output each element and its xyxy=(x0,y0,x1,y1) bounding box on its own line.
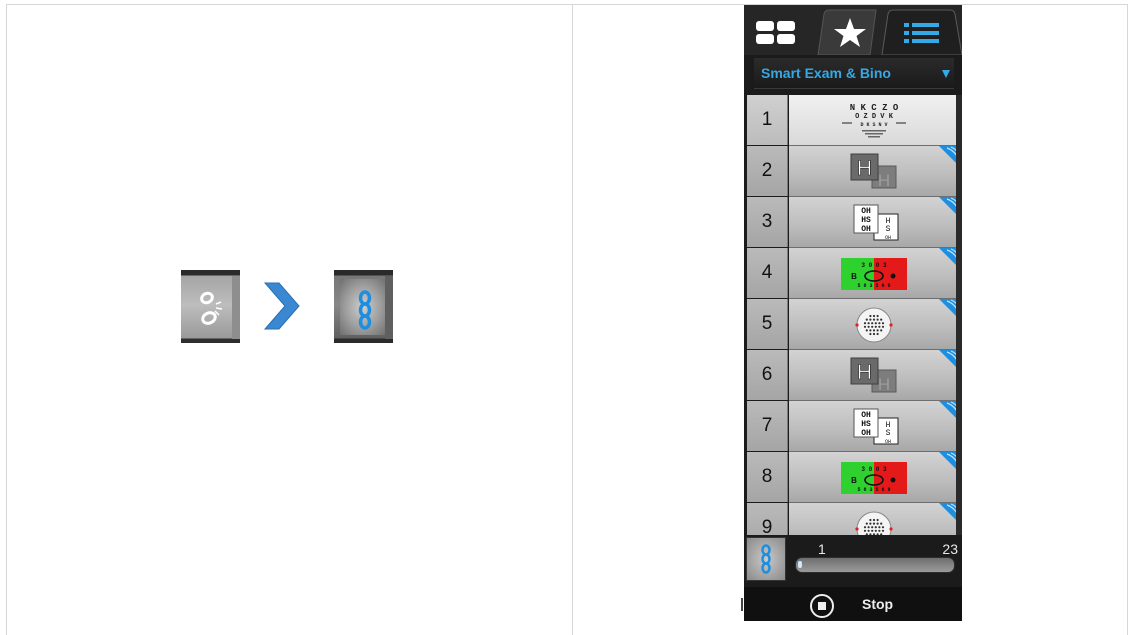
stop-icon[interactable] xyxy=(810,594,834,618)
grid-icon xyxy=(756,21,795,44)
progress-max-label: 23 xyxy=(942,541,958,557)
test-thumbnail-cell[interactable] xyxy=(789,503,959,535)
test-number: 9 xyxy=(747,503,788,535)
button-edge xyxy=(232,276,240,339)
chevron-down-icon xyxy=(942,70,950,78)
rg-top-text: 3 0 0 3 xyxy=(861,466,887,473)
linked-button-illustration xyxy=(334,270,393,343)
tab-list[interactable] xyxy=(880,8,962,55)
letter-cell: HS xyxy=(861,420,871,429)
h-glyph: H xyxy=(878,375,890,394)
letter-cell: S xyxy=(886,429,891,438)
polarized-letter-thumbnail: OHHSOHHSOH xyxy=(853,204,899,241)
list-icon xyxy=(881,9,962,55)
h-glyph: H xyxy=(878,171,890,190)
test-row[interactable]: 5 xyxy=(747,299,959,350)
test-thumbnail-cell[interactable]: 3 0 0 3 B5 8 3 5 6 9 xyxy=(789,452,959,503)
test-row[interactable]: 4 3 0 0 3 B5 8 3 5 6 9 xyxy=(747,248,959,299)
letter-cell: OH xyxy=(861,411,871,420)
test-thumbnail-cell[interactable]: OH HS OH H S OH xyxy=(789,401,959,452)
letter-cell: OH xyxy=(861,429,871,438)
linked-chain-icon xyxy=(761,544,771,574)
h-target-thumbnail: HH xyxy=(850,357,897,394)
rg-bottom-text: 5 8 3 5 6 9 xyxy=(857,487,890,493)
stop-button-label[interactable]: Stop xyxy=(862,596,893,612)
rg-top-text: 3 0 0 3 xyxy=(861,262,887,269)
letter-cell: S xyxy=(886,225,891,234)
test-row[interactable]: 6 HH xyxy=(747,350,959,401)
test-list[interactable]: 1N K C Z OO Z D V KD K S N V 2 H H 3 OH HS OH H S… xyxy=(747,95,959,535)
test-panel: Smart Exam & Bino 1 N K C Z OO Z D V KD K… xyxy=(744,5,962,621)
chart-line: N K C Z O xyxy=(850,103,899,113)
test-thumbnail-cell[interactable] xyxy=(789,299,959,350)
letter-chart-thumbnail: N K C Z OO Z D V KD K S N V xyxy=(842,103,906,138)
test-thumbnail-cell[interactable]: N K C Z OO Z D V KD K S N V xyxy=(789,95,959,146)
bottom-bar: Stop xyxy=(744,587,962,621)
program-dropdown[interactable]: Smart Exam & Bino xyxy=(754,58,954,89)
link-toggle-button[interactable] xyxy=(746,537,786,581)
chart-line: O Z D V K xyxy=(855,113,894,121)
tab-bar xyxy=(744,5,962,55)
red-green-thumbnail: 3 0 0 3 B5 8 3 5 6 9 xyxy=(841,258,907,290)
letter-cell: OH xyxy=(885,439,891,445)
red-green-thumbnail: 3 0 0 3 B5 8 3 5 6 9 xyxy=(841,462,907,494)
test-number: 7 xyxy=(747,401,788,451)
program-dropdown-label: Smart Exam & Bino xyxy=(761,65,891,81)
dot-target-thumbnail xyxy=(855,307,893,343)
test-thumbnail-cell[interactable]: OH HS OH H S OH xyxy=(789,197,959,248)
progress-fill xyxy=(798,561,802,568)
test-thumbnail-cell[interactable]: 3 0 0 3 B5 8 3 5 6 9 xyxy=(789,248,959,299)
letter-cell: OH xyxy=(861,225,871,234)
letter-cell: HS xyxy=(861,216,871,225)
sequence-progress-bar[interactable] xyxy=(795,557,955,573)
polarized-letter-thumbnail: OHHSOHHSOH xyxy=(853,408,899,445)
rg-middle-text: B xyxy=(851,476,857,485)
list-scroll-strip[interactable] xyxy=(956,95,962,535)
test-number: 8 xyxy=(747,452,788,502)
progress-min-label: 1 xyxy=(818,541,826,557)
test-row[interactable]: 8 3 0 0 3 B5 8 3 5 6 9 xyxy=(747,452,959,503)
test-number: 1 xyxy=(747,95,788,145)
test-row[interactable]: 2 HH xyxy=(747,146,959,197)
h-target-thumbnail: HH xyxy=(850,153,897,190)
test-row[interactable]: 9 xyxy=(747,503,959,535)
h-glyph: H xyxy=(857,361,872,384)
chevron-right-icon xyxy=(263,282,300,330)
test-thumbnail-cell[interactable]: HH xyxy=(789,350,959,401)
rg-middle-text: B xyxy=(851,272,857,281)
test-thumbnail-cell[interactable]: HH xyxy=(789,146,959,197)
table-divider xyxy=(572,5,573,635)
test-number: 3 xyxy=(747,197,788,247)
test-number: 5 xyxy=(747,299,788,349)
letter-cell: OH xyxy=(861,207,871,216)
chart-line: D K S N V xyxy=(860,122,887,128)
tab-grid[interactable] xyxy=(752,8,816,55)
h-glyph: H xyxy=(857,157,872,180)
panel-edge-mark xyxy=(741,598,743,611)
tab-favorites[interactable] xyxy=(810,8,882,55)
dot-target-thumbnail xyxy=(855,511,893,535)
button-edge xyxy=(385,276,393,339)
test-number: 4 xyxy=(747,248,788,298)
test-number: 6 xyxy=(747,350,788,400)
letter-cell: OH xyxy=(885,235,891,241)
star-icon xyxy=(817,9,877,55)
test-number: 2 xyxy=(747,146,788,196)
test-row[interactable]: 7 OH HS OH H S OH xyxy=(747,401,959,452)
test-row[interactable]: 1 N K C Z OO Z D V KD K S N V xyxy=(747,95,959,146)
rg-bottom-text: 5 8 3 5 6 9 xyxy=(857,283,890,289)
unlinked-button-illustration xyxy=(181,270,240,343)
test-row[interactable]: 3 OH HS OH H S OH xyxy=(747,197,959,248)
